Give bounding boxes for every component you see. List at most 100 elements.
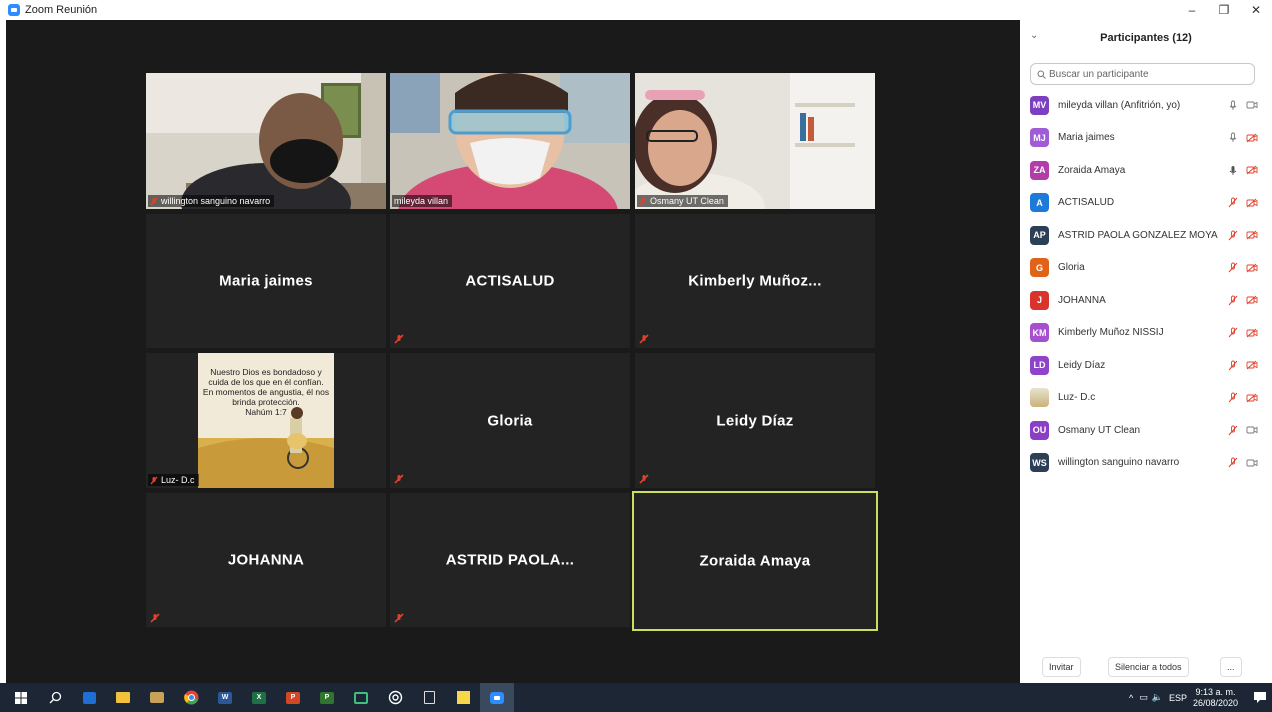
participant-status-icons xyxy=(1228,165,1258,176)
chrome-icon[interactable] xyxy=(174,683,208,712)
participant-row[interactable]: MJ Maria jaimes xyxy=(1020,122,1272,155)
participant-row[interactable]: AP ASTRID PAOLA GONZALEZ MOYA xyxy=(1020,219,1272,252)
participant-row[interactable]: MV mileyda villan (Anfitrión, yo) xyxy=(1020,89,1272,122)
notifications-icon[interactable] xyxy=(1248,683,1272,712)
windows-start-icon[interactable] xyxy=(4,683,38,712)
camera-off-icon[interactable] xyxy=(1246,165,1258,175)
participant-status-icons xyxy=(1228,360,1258,371)
photos-icon[interactable] xyxy=(140,683,174,712)
camera-off-icon[interactable] xyxy=(1246,230,1258,240)
participant-status-icons xyxy=(1228,327,1258,338)
camera-off-icon[interactable] xyxy=(1246,328,1258,338)
muted-mic-icon[interactable] xyxy=(1228,457,1238,468)
word-icon[interactable]: W xyxy=(208,683,242,712)
participant-name: Zoraida Amaya xyxy=(699,552,811,570)
camera-off-icon[interactable] xyxy=(1246,360,1258,370)
chevron-down-icon[interactable]: ⌄ xyxy=(1030,30,1038,41)
calculator-icon[interactable] xyxy=(412,683,446,712)
language-indicator[interactable]: ESP xyxy=(1169,693,1187,703)
avatar: G xyxy=(1030,258,1049,278)
muted-mic-icon[interactable] xyxy=(1228,262,1238,273)
participant-name: Leidy Díaz xyxy=(716,412,794,429)
avatar: MJ xyxy=(1030,128,1049,148)
video-tile[interactable]: Maria jaimes xyxy=(146,214,386,348)
participant-row[interactable]: ZA Zoraida Amaya xyxy=(1020,154,1272,187)
sticky-notes-icon[interactable] xyxy=(446,683,480,712)
camera-icon[interactable] xyxy=(1246,425,1258,435)
chevron-up-icon[interactable]: ^ xyxy=(1129,693,1133,703)
minimize-button[interactable]: – xyxy=(1176,0,1208,20)
camera-off-icon[interactable] xyxy=(1246,198,1258,208)
screen-app-icon[interactable] xyxy=(344,683,378,712)
participant-row[interactable]: KM Kimberly Muñoz NISSIJ xyxy=(1020,317,1272,350)
camera-app-icon[interactable] xyxy=(378,683,412,712)
muted-mic-icon[interactable] xyxy=(1228,425,1238,436)
participant-row[interactable]: G Gloria xyxy=(1020,252,1272,285)
muted-mic-icon xyxy=(150,476,158,484)
video-tile[interactable]: JOHANNA xyxy=(146,493,386,627)
video-tile[interactable]: Osmany UT Clean xyxy=(635,73,875,209)
media-player-icon[interactable] xyxy=(72,683,106,712)
zoom-icon[interactable] xyxy=(480,683,514,712)
search-input[interactable]: Buscar un participante xyxy=(1030,63,1255,85)
network-icon[interactable]: ▭ xyxy=(1139,692,1148,703)
title-bar: Zoom Reunión – ❐ ✕ xyxy=(0,0,1272,20)
camera-off-icon[interactable] xyxy=(1246,393,1258,403)
participant-row[interactable]: J JOHANNA xyxy=(1020,284,1272,317)
muted-mic-icon xyxy=(394,474,404,484)
more-button[interactable]: ... xyxy=(1220,657,1242,677)
camera-off-icon[interactable] xyxy=(1246,295,1258,305)
search-placeholder: Buscar un participante xyxy=(1049,68,1149,80)
panel-header: ⌄ Participantes (12) xyxy=(1020,20,1272,56)
participant-row[interactable]: Luz- D.c xyxy=(1020,382,1272,415)
video-tile[interactable]: Kimberly Muñoz... xyxy=(635,214,875,348)
speaking-mic-icon[interactable] xyxy=(1228,165,1238,176)
video-tile[interactable]: ASTRID PAOLA... xyxy=(390,493,630,627)
video-tile[interactable]: Nuestro Dios es bondadoso y cuida de los… xyxy=(146,353,386,488)
muted-mic-icon xyxy=(150,197,158,205)
participant-name: Maria jaimes xyxy=(219,272,313,290)
volume-icon[interactable]: 🔈 xyxy=(1152,692,1163,703)
camera-off-icon[interactable] xyxy=(1246,263,1258,273)
image-text-line: Nahúm 1:7 xyxy=(245,407,287,417)
video-tile[interactable]: Gloria xyxy=(390,353,630,488)
video-tile[interactable]: willington sanguino navarro xyxy=(146,73,386,209)
participant-status-icons xyxy=(1228,197,1258,208)
participant-row[interactable]: OU Osmany UT Clean xyxy=(1020,414,1272,447)
mute-all-button[interactable]: Silenciar a todos xyxy=(1108,657,1189,677)
mic-icon[interactable] xyxy=(1228,132,1238,143)
video-tile[interactable]: Leidy Díaz xyxy=(635,353,875,488)
video-tile[interactable]: ACTISALUD xyxy=(390,214,630,348)
mic-icon[interactable] xyxy=(1228,100,1238,111)
participant-row[interactable]: LD Leidy Díaz xyxy=(1020,349,1272,382)
participant-row[interactable]: A ACTISALUD xyxy=(1020,187,1272,220)
camera-icon[interactable] xyxy=(1246,100,1258,110)
participant-name: Luz- D.c xyxy=(1058,392,1096,404)
video-tile[interactable]: mileyda villan xyxy=(390,73,630,209)
file-explorer-icon[interactable] xyxy=(106,683,140,712)
muted-mic-icon[interactable] xyxy=(1228,230,1238,241)
muted-mic-icon[interactable] xyxy=(1228,197,1238,208)
project-icon[interactable]: P xyxy=(310,683,344,712)
video-gallery: willington sanguino navarro mileyda vill… xyxy=(6,20,1020,683)
camera-off-icon[interactable] xyxy=(1246,133,1258,143)
close-button[interactable]: ✕ xyxy=(1240,0,1272,20)
video-tile-active-speaker[interactable]: Zoraida Amaya xyxy=(632,491,878,631)
participant-name: Osmany UT Clean xyxy=(1058,424,1141,436)
participant-name: ASTRID PAOLA GONZALEZ MOYA xyxy=(1058,229,1218,241)
participant-row[interactable]: WS willington sanguino navarro xyxy=(1020,447,1272,480)
powerpoint-icon[interactable]: P xyxy=(276,683,310,712)
search-icon[interactable] xyxy=(38,683,72,712)
muted-mic-icon[interactable] xyxy=(1228,295,1238,306)
muted-mic-icon[interactable] xyxy=(1228,360,1238,371)
participant-status-icons xyxy=(1228,295,1258,306)
clock[interactable]: 9:13 a. m. 26/08/2020 xyxy=(1193,687,1238,709)
search-icon xyxy=(1037,70,1046,79)
restore-button[interactable]: ❐ xyxy=(1208,0,1240,20)
muted-mic-icon xyxy=(639,197,647,205)
muted-mic-icon[interactable] xyxy=(1228,392,1238,403)
camera-icon[interactable] xyxy=(1246,458,1258,468)
excel-icon[interactable]: X xyxy=(242,683,276,712)
muted-mic-icon[interactable] xyxy=(1228,327,1238,338)
invite-button[interactable]: Invitar xyxy=(1042,657,1081,677)
